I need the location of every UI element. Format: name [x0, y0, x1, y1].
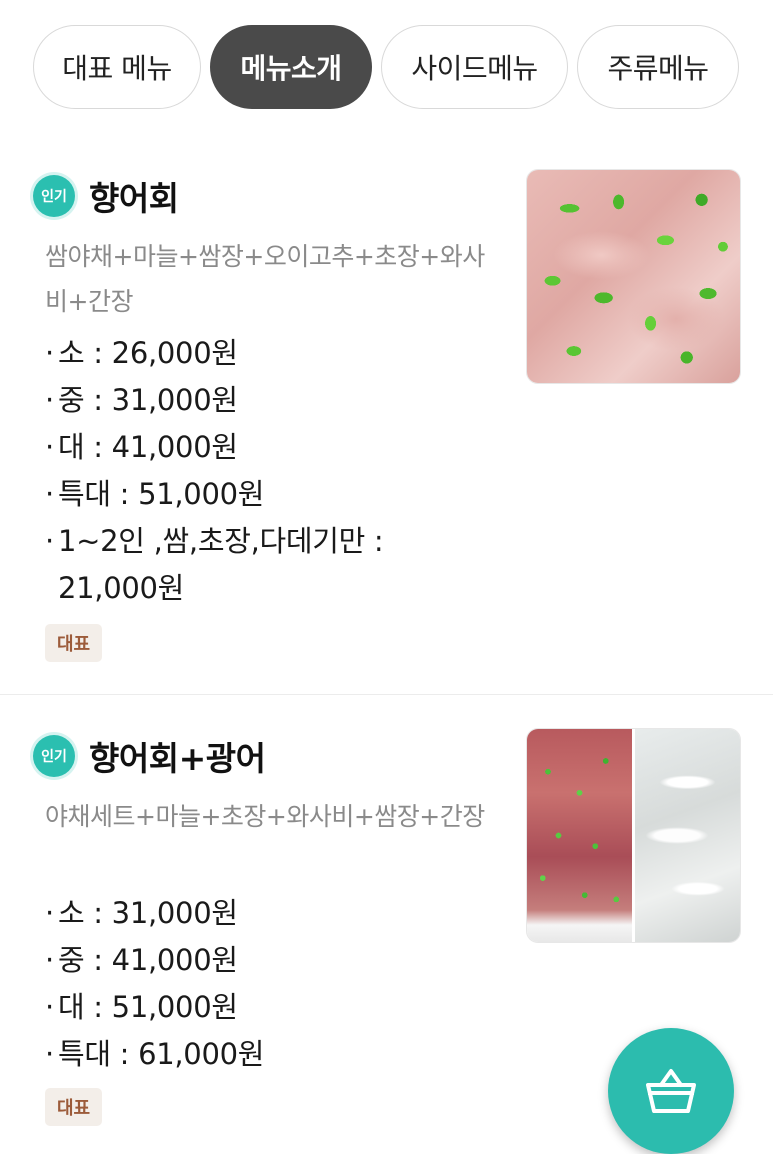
price-option: · 중 : 31,000원 — [45, 383, 238, 417]
price-option: · 특대 : 51,000원 — [45, 477, 265, 511]
menu-category-tabs: 대표 메뉴 메뉴소개 사이드메뉴 주류메뉴 — [33, 25, 739, 111]
price-option: · 중 : 41,000원 — [45, 943, 238, 977]
signature-tag: 대표 — [45, 1088, 103, 1126]
hyangeo-photo-half — [527, 729, 632, 942]
price-option: · 대 : 51,000원 — [45, 990, 238, 1024]
signature-tag: 대표 — [45, 624, 103, 662]
price-option: · 특대 : 61,000원 — [45, 1037, 265, 1071]
menu-item-title: 향어회+광어 — [89, 739, 266, 778]
price-option: · 소 : 31,000원 — [45, 896, 238, 930]
tab-side-menu[interactable]: 사이드메뉴 — [381, 25, 568, 109]
menu-item-description: 쌈야채+마늘+쌈장+오이고추+초장+와사비+간장 — [45, 242, 485, 316]
popular-badge: 인기 — [33, 175, 75, 217]
price-list: · 소 : 26,000원 · 중 : 31,000원 · 대 : 41,000원 ·… — [45, 330, 438, 612]
tab-menu-intro[interactable]: 메뉴소개 — [210, 25, 372, 109]
basket-icon — [646, 1069, 696, 1113]
menu-item-hyangeo-hoe[interactable]: 인기 향어회 쌈야채+마늘+쌈장+오이고추+초장+와사비+간장 · 소 : 26,… — [0, 150, 773, 694]
menu-item-description: 야채세트+마늘+초장+와사비+쌈장+간장 — [45, 802, 485, 831]
menu-item-title-row: 인기 향어회 — [33, 172, 179, 220]
price-list: · 소 : 31,000원 · 중 : 41,000원 · 대 : 51,000원 ·… — [45, 890, 264, 1078]
item-divider — [0, 694, 773, 695]
price-option: · 대 : 41,000원 — [45, 430, 238, 464]
menu-item-title: 향어회 — [89, 179, 179, 218]
popular-badge: 인기 — [33, 735, 75, 777]
tab-drinks-menu[interactable]: 주류메뉴 — [577, 25, 739, 109]
price-option: · 1~2인 ,쌈,초장,다데기만 : 21,000원 — [45, 524, 384, 605]
fish-platter-image — [527, 729, 740, 942]
cart-button[interactable] — [608, 1028, 734, 1154]
sliced-fish-image — [527, 170, 740, 383]
gwangeo-photo-half — [632, 729, 740, 942]
menu-item-title-row: 인기 향어회+광어 — [33, 732, 266, 780]
price-option: · 소 : 26,000원 — [45, 336, 238, 370]
menu-item-photo — [526, 169, 741, 384]
menu-item-photo — [526, 728, 741, 943]
tab-signature-menu[interactable]: 대표 메뉴 — [33, 25, 201, 109]
